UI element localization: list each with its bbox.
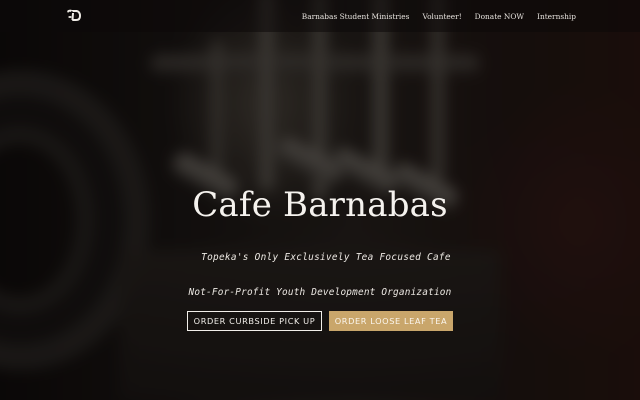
hero-title: Cafe Barnabas bbox=[192, 185, 448, 225]
order-curbside-button[interactable]: ORDER CURBSIDE PICK UP bbox=[187, 311, 322, 331]
nav-link-internship[interactable]: Internship bbox=[537, 12, 576, 21]
nav-link-volunteer[interactable]: Volunteer! bbox=[422, 12, 461, 21]
nav-menu: Barnabas Student Ministries Volunteer! D… bbox=[302, 0, 576, 32]
hero-content: Cafe Barnabas Topeka's Only Exclusively … bbox=[0, 0, 640, 400]
tea-logo-icon[interactable] bbox=[66, 8, 83, 23]
tea-logo-icon-svg bbox=[67, 9, 81, 21]
nav-link-student-ministries[interactable]: Barnabas Student Ministries bbox=[302, 12, 410, 21]
hero-section: Barnabas Student Ministries Volunteer! D… bbox=[0, 0, 640, 400]
order-loose-leaf-button[interactable]: ORDER LOOSE LEAF TEA bbox=[329, 311, 453, 331]
hero-subline: Not-For-Profit Youth Development Organiz… bbox=[188, 287, 452, 298]
top-navbar: Barnabas Student Ministries Volunteer! D… bbox=[0, 0, 640, 32]
nav-link-donate[interactable]: Donate NOW bbox=[475, 12, 524, 21]
hero-tagline: Topeka's Only Exclusively Tea Focused Ca… bbox=[201, 252, 451, 263]
